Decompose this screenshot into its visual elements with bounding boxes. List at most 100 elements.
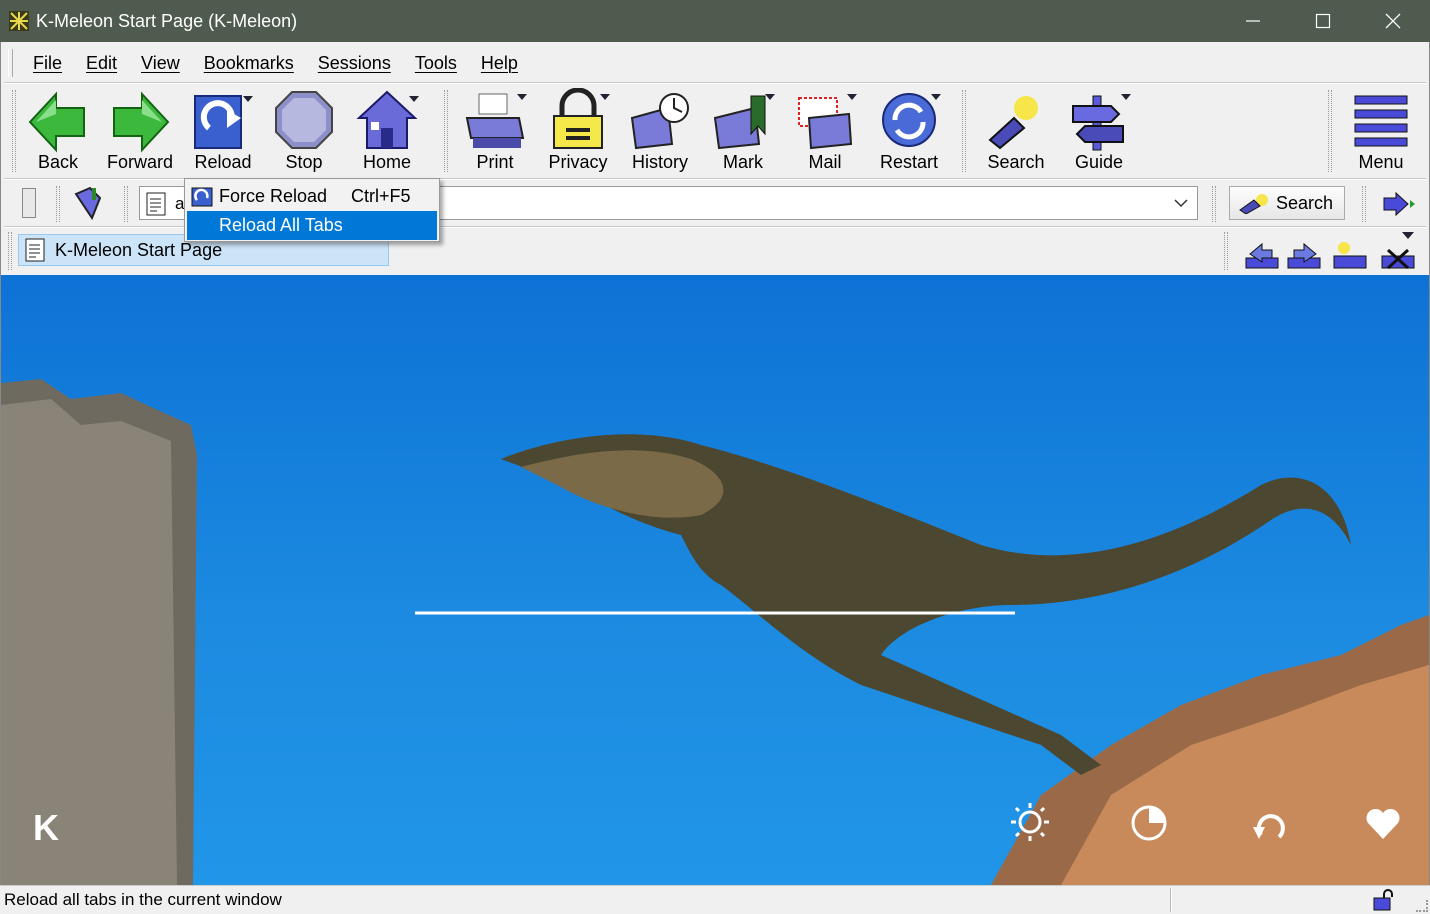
toolbar-grip[interactable] [1328, 90, 1332, 172]
page-icon [25, 238, 45, 262]
force-reload-label: Force Reload [219, 186, 328, 206]
reload-all-tabs-label: Reload All Tabs [219, 215, 343, 235]
tab-prev-button[interactable] [1244, 240, 1280, 270]
hamburger-menu-icon [1354, 95, 1408, 147]
toolbar-grip[interactable] [1224, 232, 1228, 270]
go-button[interactable] [70, 184, 110, 222]
forward-label: Forward [106, 152, 173, 172]
page-icon [146, 192, 166, 216]
kmeleon-logo[interactable]: K [33, 807, 59, 849]
search-button-label: Search [1276, 192, 1334, 213]
new-tab-button[interactable] [1332, 240, 1368, 270]
maximize-button[interactable] [1288, 0, 1358, 42]
mail-icon [798, 94, 857, 150]
main-menu-button[interactable]: Menu [1348, 88, 1414, 178]
force-reload-icon [191, 187, 213, 206]
print-button[interactable]: Print [462, 88, 528, 178]
status-text: Reload all tabs in the current window [4, 890, 282, 909]
menu-bar: File Edit View Bookmarks Sessions Tools … [8, 44, 530, 82]
tab-next-button[interactable] [1286, 240, 1322, 270]
tab-title: K-Meleon Start Page [55, 239, 223, 260]
window-title: K-Meleon Start Page (K-Meleon) [36, 10, 298, 31]
menu-sessions[interactable]: Sessions [306, 53, 403, 74]
reload-label: Reload [194, 152, 252, 172]
undo-icon[interactable] [1251, 805, 1291, 845]
print-label: Print [476, 152, 514, 172]
guide-button[interactable]: Guide [1066, 88, 1132, 178]
force-reload-shortcut: Ctrl+F5 [351, 186, 411, 206]
menu-item-force-reload[interactable]: Force Reload Ctrl+F5 [187, 182, 437, 211]
address-input[interactable] [430, 186, 1198, 220]
address-grip[interactable] [22, 188, 36, 218]
tab-back-icon [1245, 242, 1279, 269]
menu-item-reload-all-tabs[interactable]: Reload All Tabs [187, 211, 437, 240]
back-arrow-icon [28, 91, 85, 153]
arrow-right-icon [1383, 191, 1415, 217]
toolbar-grip[interactable] [124, 186, 128, 222]
security-lock-icon[interactable] [1372, 889, 1396, 911]
menu-tools[interactable]: Tools [403, 53, 469, 74]
history-button[interactable]: History [626, 88, 694, 178]
close-icon [1385, 13, 1401, 29]
guide-signpost-icon [1072, 94, 1131, 151]
page-content: K [1, 275, 1429, 885]
reload-button[interactable]: Reload [190, 88, 256, 178]
chevron-down-icon[interactable] [1173, 198, 1189, 210]
toolbar-grip[interactable] [444, 90, 448, 172]
reload-dropdown-menu: Force Reload Ctrl+F5 Reload All Tabs [184, 178, 440, 242]
divider [4, 82, 1426, 84]
menu-grip[interactable] [8, 49, 13, 77]
guide-label: Guide [1074, 152, 1124, 172]
home-icon [356, 90, 419, 149]
search-icon [1239, 194, 1268, 214]
toolbar-grip[interactable] [1362, 186, 1366, 222]
contrast-icon[interactable] [1129, 803, 1169, 843]
forward-button[interactable]: Forward [104, 88, 176, 178]
mail-button[interactable]: Mail [792, 88, 858, 178]
bookmark-icon [713, 94, 775, 150]
tab-forward-icon [1287, 242, 1321, 269]
history-label: History [631, 152, 688, 172]
menu-edit[interactable]: Edit [74, 53, 129, 74]
privacy-button[interactable]: Privacy [544, 88, 612, 178]
search-button[interactable]: Search [1229, 186, 1345, 220]
title-bar: K-Meleon Start Page (K-Meleon) [0, 0, 1430, 42]
search-toolbar-label: Search [987, 152, 1045, 172]
back-button[interactable]: Back [26, 88, 90, 178]
menu-view[interactable]: View [129, 53, 192, 74]
toolbar-grip[interactable] [962, 90, 966, 172]
privacy-label: Privacy [548, 152, 608, 172]
home-button[interactable]: Home [354, 88, 420, 178]
close-button[interactable] [1358, 0, 1428, 42]
sun-icon[interactable] [1009, 801, 1051, 843]
address-page-area[interactable]: a [139, 186, 187, 220]
stop-icon [275, 91, 333, 149]
menu-file[interactable]: File [21, 53, 74, 74]
search-toolbar-button[interactable]: Search [982, 88, 1050, 178]
toolbar-grip[interactable] [1212, 186, 1216, 222]
stop-button[interactable]: Stop [272, 88, 336, 178]
toolbar-grip[interactable] [12, 90, 16, 172]
kmeleon-app-icon [9, 11, 29, 31]
menu-label: Menu [1358, 152, 1404, 172]
menu-bookmarks[interactable]: Bookmarks [192, 53, 306, 74]
menu-help[interactable]: Help [469, 53, 530, 74]
go-arrow-icon [74, 186, 102, 221]
lock-icon [553, 88, 610, 149]
maximize-icon [1315, 13, 1331, 29]
go-forward-button[interactable] [1382, 191, 1416, 217]
heart-icon[interactable] [1365, 807, 1401, 841]
tab-menu-arrow-icon[interactable] [1402, 232, 1414, 240]
resize-grip[interactable] [1416, 900, 1428, 912]
toolbar-grip[interactable] [8, 232, 12, 270]
minimize-button[interactable] [1218, 0, 1288, 42]
close-tab-icon [1381, 248, 1415, 270]
new-tab-icon [1333, 242, 1367, 269]
close-tab-button[interactable] [1380, 240, 1416, 270]
printer-icon [465, 93, 527, 148]
mail-label: Mail [808, 152, 842, 172]
mark-button[interactable]: Mark [710, 88, 776, 178]
toolbar-grip[interactable] [56, 186, 60, 222]
restart-button[interactable]: Restart [874, 88, 944, 178]
history-clock-icon [630, 93, 689, 150]
